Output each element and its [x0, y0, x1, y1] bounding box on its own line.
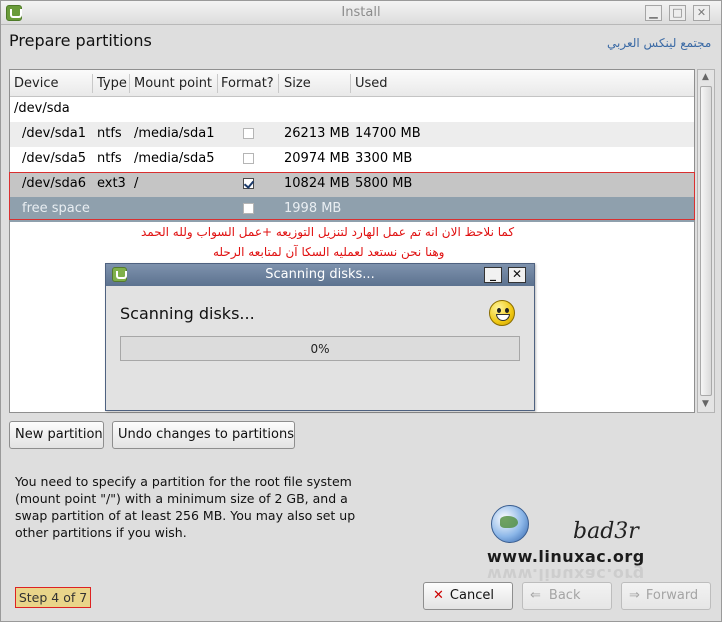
forward-arrow-icon: ⇒: [629, 588, 640, 603]
table-row-selected[interactable]: /dev/sda6 ext3 / 10824 MB 5800 MB: [10, 172, 694, 197]
column-header-mount-point[interactable]: Mount point: [134, 76, 212, 91]
format-checkbox[interactable]: [243, 203, 254, 214]
forward-button[interactable]: ⇒ Forward: [621, 582, 711, 610]
community-logo: مجتمع لينكس العربي: [607, 36, 712, 50]
smiley-eye: [505, 308, 509, 313]
device-cell: /dev/sda1: [22, 126, 86, 141]
smiley-eye: [497, 308, 501, 313]
watermark: bad3r www.linuxac.org www.linuxac.org: [487, 505, 667, 585]
partition-instructions: You need to specify a partition for the …: [15, 474, 356, 540]
scroll-up-icon[interactable]: ▲: [702, 72, 709, 82]
globe-icon: [491, 505, 529, 543]
dialog-close-icon[interactable]: ✕: [508, 267, 526, 283]
column-separator: [129, 74, 130, 93]
device-cell: /dev/sda6: [22, 176, 86, 191]
step-indicator: Step 4 of 7: [15, 587, 91, 608]
device-cell: /dev/sda5: [22, 151, 86, 166]
new-partition-button[interactable]: New partition: [9, 421, 104, 449]
column-separator: [278, 74, 279, 93]
size-cell: 26213 MB: [284, 126, 350, 141]
watermark-url: www.linuxac.org: [487, 547, 645, 566]
table-scrollbar[interactable]: ▲ ▼: [697, 69, 715, 413]
table-row-disk[interactable]: /dev/sda: [10, 97, 694, 122]
column-header-format[interactable]: Format?: [221, 76, 274, 91]
back-button[interactable]: ⇐ Back: [522, 582, 612, 610]
smiley-icon: [489, 300, 515, 326]
dialog-minimize-icon[interactable]: _: [484, 267, 502, 283]
close-icon[interactable]: ✕: [693, 5, 710, 21]
format-checkbox[interactable]: [243, 153, 254, 164]
type-cell: ntfs: [97, 126, 122, 141]
annotation-line-1: كما نلاحظ الان انه تم عمل الهارد لتنزيل …: [141, 225, 515, 239]
size-cell: 10824 MB: [284, 176, 350, 191]
dialog-titlebar[interactable]: Scanning disks... _ ✕: [106, 264, 534, 286]
undo-changes-button[interactable]: Undo changes to partitions: [112, 421, 295, 449]
cancel-label: Cancel: [449, 588, 494, 603]
progress-label: 0%: [310, 342, 330, 356]
annotation-line-2: وهنا نحن نستعد لعمليه السكا آن لمتابعه ا…: [213, 245, 445, 259]
back-arrow-icon: ⇐: [530, 588, 541, 603]
table-row-free-space[interactable]: free space 1998 MB: [10, 197, 694, 222]
scroll-down-icon[interactable]: ▼: [702, 399, 709, 409]
size-cell: 1998 MB: [284, 201, 342, 216]
format-checkbox-checked[interactable]: [243, 178, 254, 189]
column-header-size[interactable]: Size: [284, 76, 311, 91]
watermark-signature: bad3r: [573, 519, 639, 544]
cancel-button[interactable]: ✕ Cancel: [423, 582, 513, 610]
column-separator: [92, 74, 93, 93]
format-checkbox[interactable]: [243, 128, 254, 139]
table-header: Device Type Mount point Format? Size Use…: [10, 70, 694, 97]
back-label: Back: [548, 588, 581, 603]
installer-window: Install ▁ □ ✕ Prepare partitions مجتمع ل…: [0, 0, 722, 622]
used-cell: 14700 MB: [355, 126, 421, 141]
maximize-icon[interactable]: □: [669, 5, 686, 21]
cancel-x-icon: ✕: [433, 588, 444, 603]
window-titlebar[interactable]: Install ▁ □ ✕: [1, 1, 721, 25]
dialog-title: Scanning disks...: [265, 267, 375, 282]
mount-cell: /media/sda5: [134, 151, 215, 166]
mount-cell: /: [134, 176, 139, 191]
mount-cell: /media/sda1: [134, 126, 215, 141]
forward-label: Forward: [645, 588, 699, 603]
column-separator: [350, 74, 351, 93]
dialog-heading: Scanning disks...: [120, 304, 255, 323]
device-cell: free space: [22, 201, 90, 216]
smiley-mouth: [496, 314, 510, 321]
scanning-dialog: Scanning disks... _ ✕ Scanning disks... …: [105, 263, 535, 411]
window-title: Install: [341, 5, 381, 20]
column-header-used[interactable]: Used: [355, 76, 388, 91]
column-header-device[interactable]: Device: [14, 76, 58, 91]
scan-progress-bar: 0%: [120, 336, 520, 361]
column-header-type[interactable]: Type: [97, 76, 127, 91]
type-cell: ntfs: [97, 151, 122, 166]
column-separator: [217, 74, 218, 93]
table-row[interactable]: /dev/sda5 ntfs /media/sda5 20974 MB 3300…: [10, 147, 694, 172]
minimize-icon[interactable]: ▁: [645, 5, 662, 21]
scrollbar-thumb[interactable]: [700, 86, 712, 396]
disk-label: /dev/sda: [14, 101, 70, 116]
used-cell: 3300 MB: [355, 151, 413, 166]
type-cell: ext3: [97, 176, 126, 191]
size-cell: 20974 MB: [284, 151, 350, 166]
used-cell: 5800 MB: [355, 176, 413, 191]
table-row[interactable]: /dev/sda1 ntfs /media/sda1 26213 MB 1470…: [10, 122, 694, 147]
page-title: Prepare partitions: [9, 31, 152, 50]
